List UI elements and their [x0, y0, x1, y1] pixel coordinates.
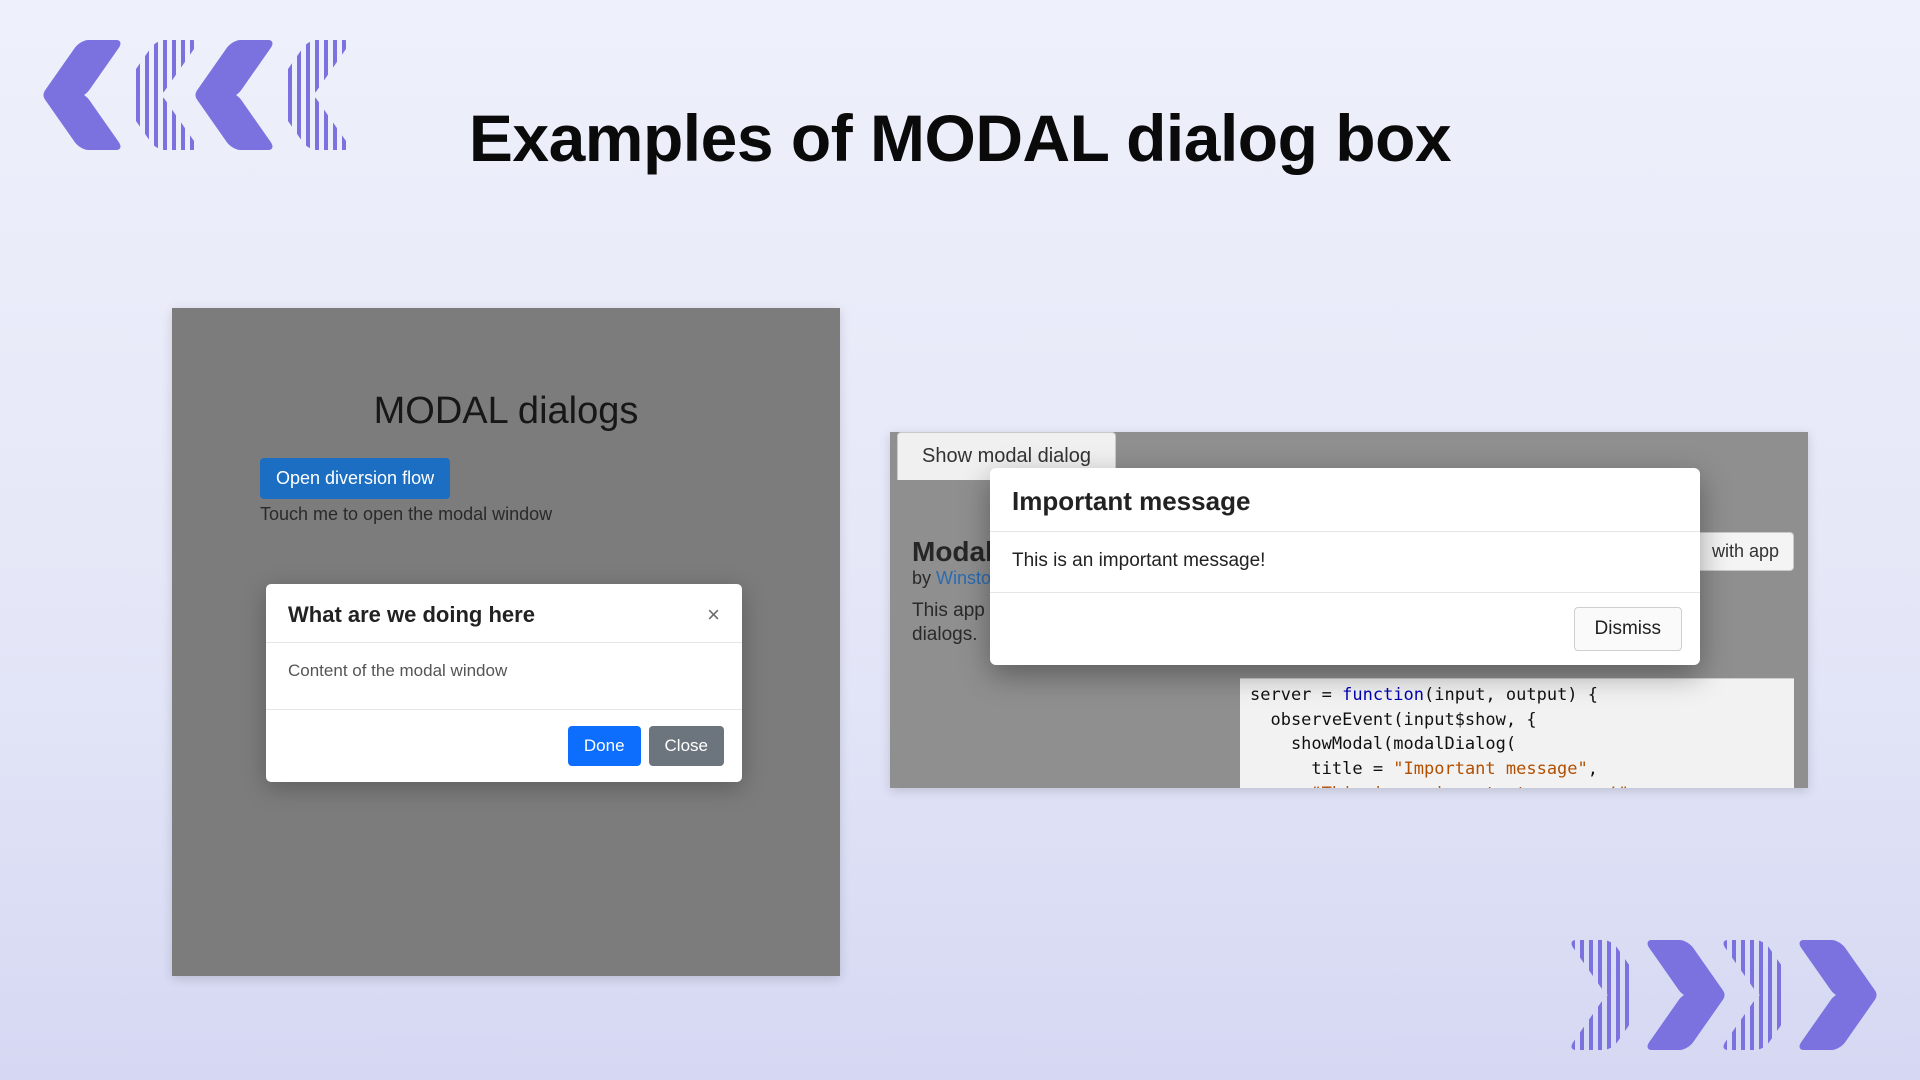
- example-2-code-block: server = function(input, output) { obser…: [1240, 678, 1794, 788]
- by-prefix: by: [912, 568, 936, 588]
- chevron-right-icon: [1790, 940, 1860, 1050]
- example-1-modal: What are we doing here × Content of the …: [266, 584, 742, 782]
- example-1-page-heading: MODAL dialogs: [374, 390, 639, 433]
- chevron-right-striped-icon: [1562, 940, 1632, 1050]
- example-1-modal-title: What are we doing here: [288, 602, 535, 628]
- dismiss-button[interactable]: Dismiss: [1574, 607, 1683, 651]
- example-2-modal-body: This is an important message!: [990, 532, 1700, 593]
- close-icon[interactable]: ×: [707, 604, 720, 626]
- example-2-byline: by Winston: [912, 568, 1001, 589]
- example-2-screenshot: Show modal dialog with app Modal d by Wi…: [890, 432, 1808, 788]
- done-button[interactable]: Done: [568, 726, 641, 766]
- example-2-desc-line1: This app d: [912, 600, 1001, 622]
- open-diversion-flow-button[interactable]: Open diversion flow: [260, 458, 450, 499]
- slide-title: Examples of MODAL dialog box: [0, 100, 1920, 176]
- example-1-hint-text: Touch me to open the modal window: [260, 504, 552, 525]
- example-2-modal-title: Important message: [990, 468, 1700, 532]
- chevron-right-striped-icon: [1714, 940, 1784, 1050]
- with-app-button[interactable]: with app: [1697, 532, 1794, 571]
- example-1-modal-body: Content of the modal window: [266, 643, 742, 710]
- chevron-right-icon: [1638, 940, 1708, 1050]
- example-1-screenshot: MODAL dialogs Open diversion flow Touch …: [172, 308, 840, 976]
- close-button[interactable]: Close: [649, 726, 724, 766]
- decorative-chevrons-bottom-right: [1562, 940, 1860, 1050]
- example-2-modal: Important message This is an important m…: [990, 468, 1700, 665]
- example-2-desc-line2: dialogs.: [912, 624, 978, 646]
